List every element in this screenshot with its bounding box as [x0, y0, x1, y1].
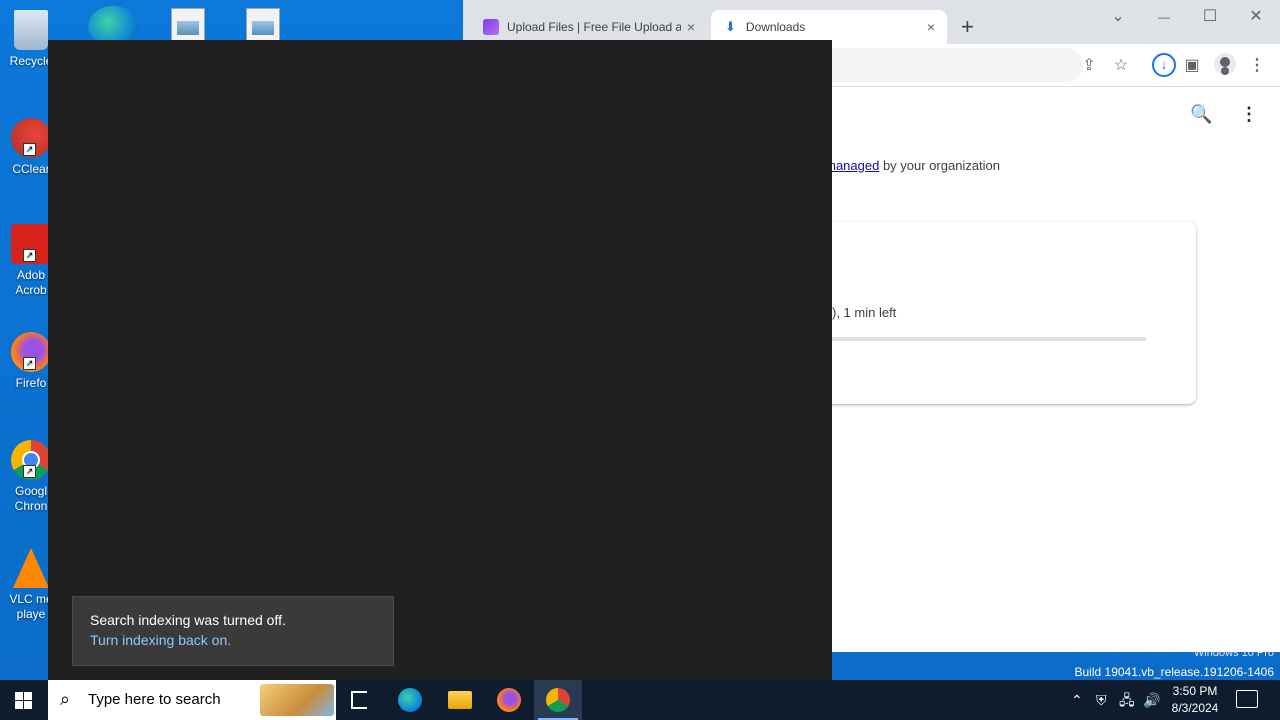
taskbar-chrome[interactable] [534, 680, 582, 720]
folder-icon [448, 691, 472, 709]
windows-build-label: Build 19041.vb_release.191206-1406 [1074, 665, 1275, 679]
downloads-icon[interactable]: ↓ [1152, 53, 1176, 77]
download-progress-bar [832, 337, 1146, 341]
shortcut-arrow-icon: ↗ [23, 357, 36, 370]
windows-search-panel: Search indexing was turned off. Turn ind… [48, 40, 832, 680]
taskbar-file-explorer[interactable] [436, 680, 484, 720]
search-icon: ⌕ [60, 689, 71, 709]
taskbar-firefox[interactable] [485, 680, 533, 720]
minimize-button[interactable]: — [1141, 10, 1187, 24]
image-file-icon[interactable] [171, 8, 205, 42]
tab-search-chevron-icon[interactable]: ⌄ [1095, 6, 1141, 26]
clock-time: 3:50 PM [1172, 684, 1218, 698]
taskbar-search-box[interactable]: ⌕ Type here to search [48, 680, 336, 720]
maximize-button[interactable]: ☐ [1187, 6, 1233, 26]
download-arrow-icon: ⬇ [725, 19, 736, 34]
tab-strip: Upload Files | Free File Upload an × ⬇ D… [463, 0, 1280, 44]
shortcut-arrow-icon: ↗ [23, 249, 36, 262]
indexing-message: Search indexing was turned off. [90, 612, 286, 628]
google-chrome-icon: ↗ [11, 440, 51, 480]
indexing-notification: Search indexing was turned off. Turn ind… [72, 596, 394, 666]
chrome-icon [546, 688, 570, 712]
taskbar-edge[interactable] [386, 680, 434, 720]
task-view-button[interactable] [336, 680, 384, 720]
tab-upload-files[interactable]: Upload Files | Free File Upload an × [471, 10, 707, 44]
download-item-card: ), 1 min left [803, 222, 1196, 404]
firefox-icon [497, 688, 521, 712]
network-icon[interactable]: 🖧 [1119, 680, 1135, 720]
bookmark-star-icon[interactable]: ☆ [1111, 55, 1131, 75]
downloads-menu-icon[interactable]: ⋮ [1240, 104, 1258, 125]
new-tab-button[interactable]: + [961, 14, 974, 40]
firefox-icon: ↗ [11, 332, 51, 372]
start-button[interactable] [0, 680, 48, 720]
search-highlight-image [260, 684, 334, 716]
tab-close-icon[interactable]: × [921, 19, 941, 35]
clock-date: 8/3/2024 [1171, 701, 1219, 715]
search-placeholder: Type here to search [88, 691, 221, 708]
turn-indexing-on-link[interactable]: Turn indexing back on. [90, 632, 231, 648]
site-favicon-icon [483, 19, 499, 35]
recycle-bin-icon [14, 10, 48, 50]
profile-avatar-icon[interactable] [1214, 53, 1236, 75]
edge-icon [398, 688, 422, 712]
share-icon[interactable]: ⇪ [1079, 55, 1099, 75]
tab-close-icon[interactable]: × [681, 19, 701, 35]
volume-icon[interactable]: 🔊 [1143, 680, 1160, 720]
taskbar-clock[interactable]: 3:50 PM 8/3/2024 [1168, 683, 1222, 717]
tab-downloads[interactable]: ⬇ Downloads × [711, 10, 947, 44]
side-panel-icon[interactable]: ▣ [1182, 55, 1202, 75]
managed-text: by your organization [879, 158, 1001, 173]
security-icon[interactable]: ⛨ [1096, 680, 1107, 720]
chrome-menu-icon[interactable]: ⋮ [1247, 55, 1267, 75]
task-view-icon [351, 691, 367, 709]
taskbar: ⌕ Type here to search ⌃ ⛨ 🖧 🔊 3:50 PM 8/… [0, 680, 1280, 720]
notifications-icon[interactable] [1236, 690, 1258, 708]
shortcut-arrow-icon: ↗ [23, 143, 36, 156]
managed-notice: s managed by your organization [815, 158, 1000, 173]
tab-title: Downloads [745, 20, 806, 34]
close-window-button[interactable]: ✕ [1233, 6, 1279, 26]
image-file-icon[interactable] [246, 8, 280, 42]
download-status: ), 1 min left [832, 305, 897, 320]
search-downloads-icon[interactable]: 🔍 [1190, 104, 1212, 125]
tab-title: Upload Files | Free File Upload an [507, 20, 681, 34]
ccleaner-icon: ↗ [11, 118, 51, 158]
show-hidden-icons-chevron-icon[interactable]: ⌃ [1071, 680, 1083, 720]
shortcut-arrow-icon: ↗ [23, 465, 36, 478]
vlc-icon [13, 548, 49, 588]
adobe-acrobat-icon: ↗ [11, 224, 51, 264]
